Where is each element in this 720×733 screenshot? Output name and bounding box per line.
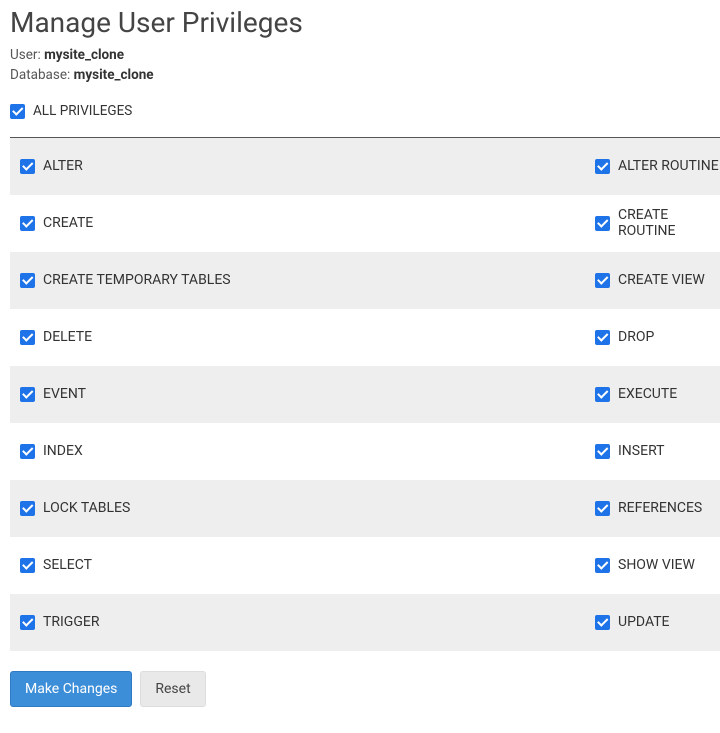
- privilege-checkbox[interactable]: [20, 501, 35, 516]
- privilege-cell[interactable]: CREATE ROUTINE: [585, 207, 720, 239]
- privilege-label: SHOW VIEW: [618, 557, 695, 573]
- all-privileges-label[interactable]: ALL PRIVILEGES: [10, 103, 132, 119]
- privilege-cell[interactable]: EXECUTE: [585, 386, 720, 402]
- privilege-label: INSERT: [618, 443, 665, 459]
- privilege-checkbox[interactable]: [20, 444, 35, 459]
- user-label: User:: [10, 47, 41, 63]
- privilege-row: DELETE DROP: [10, 309, 720, 366]
- privilege-cell[interactable]: TRIGGER: [10, 614, 585, 630]
- privilege-checkbox[interactable]: [595, 273, 610, 288]
- privilege-cell[interactable]: SHOW VIEW: [585, 557, 720, 573]
- privilege-row: CREATE CREATE ROUTINE: [10, 195, 720, 252]
- privilege-cell[interactable]: DELETE: [10, 329, 585, 345]
- privilege-row: LOCK TABLES REFERENCES: [10, 480, 720, 537]
- privilege-label: DELETE: [43, 329, 92, 345]
- privilege-label: INDEX: [43, 443, 83, 459]
- privilege-label: UPDATE: [618, 614, 670, 630]
- privilege-checkbox[interactable]: [20, 159, 35, 174]
- privilege-cell[interactable]: UPDATE: [585, 614, 720, 630]
- privilege-row: TRIGGER UPDATE: [10, 594, 720, 651]
- privilege-row: ALTER ALTER ROUTINE: [10, 138, 720, 195]
- privilege-checkbox[interactable]: [595, 330, 610, 345]
- button-row: Make Changes Reset: [10, 671, 720, 707]
- privilege-label: REFERENCES: [618, 500, 702, 516]
- privilege-label: LOCK TABLES: [43, 500, 130, 516]
- privilege-cell[interactable]: REFERENCES: [585, 500, 720, 516]
- privilege-checkbox[interactable]: [595, 615, 610, 630]
- privilege-row: CREATE TEMPORARY TABLES CREATE VIEW: [10, 252, 720, 309]
- database-label: Database:: [10, 67, 70, 83]
- privilege-checkbox[interactable]: [20, 273, 35, 288]
- privilege-checkbox[interactable]: [595, 501, 610, 516]
- privilege-row: EVENT EXECUTE: [10, 366, 720, 423]
- privilege-checkbox[interactable]: [20, 615, 35, 630]
- privilege-checkbox[interactable]: [595, 159, 610, 174]
- privilege-cell[interactable]: LOCK TABLES: [10, 500, 585, 516]
- privilege-cell[interactable]: EVENT: [10, 386, 585, 402]
- page-title: Manage User Privileges: [10, 6, 720, 39]
- privilege-row: SELECT SHOW VIEW: [10, 537, 720, 594]
- privilege-cell[interactable]: INSERT: [585, 443, 720, 459]
- privilege-label: CREATE: [43, 215, 93, 231]
- privilege-checkbox[interactable]: [595, 387, 610, 402]
- privilege-cell[interactable]: CREATE VIEW: [585, 272, 720, 288]
- privilege-checkbox[interactable]: [20, 558, 35, 573]
- privilege-label: CREATE TEMPORARY TABLES: [43, 272, 231, 288]
- privilege-label: ALTER: [43, 158, 83, 174]
- privilege-label: SELECT: [43, 557, 92, 573]
- privilege-cell[interactable]: DROP: [585, 329, 720, 345]
- make-changes-button[interactable]: Make Changes: [10, 671, 132, 707]
- privilege-cell[interactable]: SELECT: [10, 557, 585, 573]
- privilege-checkbox[interactable]: [20, 387, 35, 402]
- privilege-label: TRIGGER: [43, 614, 99, 630]
- privilege-label: EVENT: [43, 386, 86, 402]
- privilege-cell[interactable]: ALTER ROUTINE: [585, 158, 720, 174]
- all-privileges-text: ALL PRIVILEGES: [33, 103, 132, 119]
- privilege-checkbox[interactable]: [595, 444, 610, 459]
- privilege-cell[interactable]: INDEX: [10, 443, 585, 459]
- database-value: mysite_clone: [74, 67, 154, 83]
- all-privileges-checkbox[interactable]: [10, 104, 25, 119]
- privilege-cell[interactable]: CREATE: [10, 215, 585, 231]
- reset-button[interactable]: Reset: [140, 671, 205, 707]
- privilege-cell[interactable]: ALTER: [10, 158, 585, 174]
- privilege-checkbox[interactable]: [595, 558, 610, 573]
- database-line: Database: mysite_clone: [10, 67, 720, 83]
- privilege-label: CREATE VIEW: [618, 272, 705, 288]
- user-line: User: mysite_clone: [10, 47, 720, 63]
- privileges-list: ALTERALTER ROUTINECREATECREATE ROUTINECR…: [10, 138, 720, 651]
- privilege-label: CREATE ROUTINE: [618, 207, 720, 239]
- privilege-checkbox[interactable]: [595, 216, 610, 231]
- privilege-row: INDEX INSERT: [10, 423, 720, 480]
- user-value: mysite_clone: [44, 47, 124, 63]
- privilege-checkbox[interactable]: [20, 216, 35, 231]
- privilege-checkbox[interactable]: [20, 330, 35, 345]
- privilege-label: EXECUTE: [618, 386, 677, 402]
- privilege-label: DROP: [618, 329, 654, 345]
- privilege-label: ALTER ROUTINE: [618, 158, 719, 174]
- all-privileges-row: ALL PRIVILEGES: [10, 103, 720, 138]
- privilege-cell[interactable]: CREATE TEMPORARY TABLES: [10, 272, 585, 288]
